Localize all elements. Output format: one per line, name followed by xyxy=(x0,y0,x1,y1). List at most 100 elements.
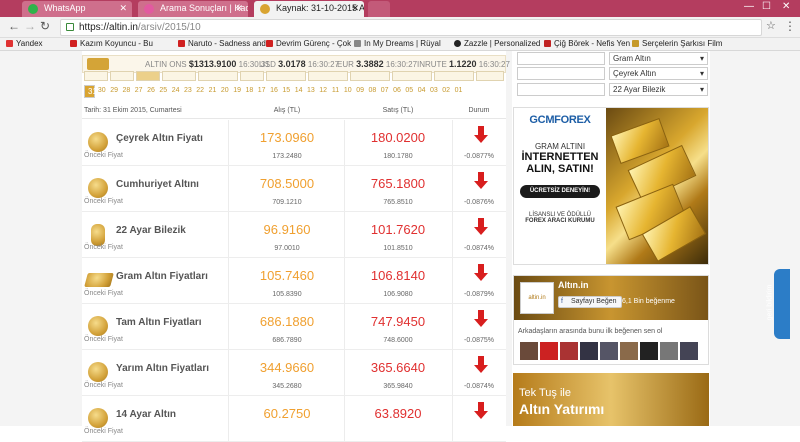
tab-arama[interactable]: Arama Sonuçları | Kadın ✕ xyxy=(138,1,248,17)
bookmark-item[interactable]: Devrim Gürenç - Çok xyxy=(266,38,351,50)
category-tab[interactable] xyxy=(392,71,432,81)
category-tab[interactable] xyxy=(136,71,160,81)
alis-value: 686.1880 xyxy=(259,314,315,329)
day-link[interactable]: 24 xyxy=(170,85,181,96)
day-link[interactable]: 18 xyxy=(244,85,255,96)
star-icon[interactable]: ☆ xyxy=(766,19,776,32)
category-tab[interactable] xyxy=(84,71,108,81)
category-tab[interactable] xyxy=(240,71,264,81)
friend-avatar[interactable] xyxy=(620,342,638,360)
day-link[interactable]: 01 xyxy=(453,85,464,96)
forward-icon[interactable]: → xyxy=(24,19,36,33)
bookmark-item[interactable]: Yandex xyxy=(6,38,43,50)
row-name[interactable]: Çeyrek Altın Fiyatı xyxy=(116,133,203,144)
close-tab-icon[interactable]: ✕ xyxy=(351,1,359,16)
day-link[interactable]: 04 xyxy=(416,85,427,96)
fb-page-name[interactable]: Altın.in xyxy=(558,280,589,290)
row-name[interactable]: Yarım Altın Fiyatları xyxy=(116,363,209,374)
converter-select-1[interactable]: Gram Altın ▾ xyxy=(609,52,708,65)
category-tab[interactable] xyxy=(476,71,504,81)
day-link[interactable]: 28 xyxy=(121,85,132,96)
day-link[interactable]: 22 xyxy=(195,85,206,96)
amount-input[interactable] xyxy=(517,52,605,65)
gcmforex-ad[interactable]: GCMFOREX GRAM ALTINI İNTERNETTEN ALIN, S… xyxy=(513,107,709,265)
day-link[interactable]: 15 xyxy=(281,85,292,96)
day-link[interactable]: 26 xyxy=(146,85,157,96)
menu-icon[interactable]: ⋮ xyxy=(784,19,796,33)
day-link[interactable]: 30 xyxy=(96,85,107,96)
category-tab[interactable] xyxy=(162,71,196,81)
bookmark-item[interactable]: Serçelerin Şarkısı Film xyxy=(632,38,722,50)
altin-yatirimi-ad[interactable]: Tek Tuş ile Altın Yatırımı xyxy=(513,373,709,426)
bookmark-item[interactable]: Çiğ Börek - Nefis Yen xyxy=(544,38,630,50)
friend-avatar[interactable] xyxy=(560,342,578,360)
tab-kaynak[interactable]: Kaynak: 31-10-2015 Altı ✕ xyxy=(254,1,364,17)
category-tab[interactable] xyxy=(350,71,390,81)
day-link[interactable]: 21 xyxy=(207,85,218,96)
row-name[interactable]: 22 Ayar Bilezik xyxy=(116,225,186,236)
friend-avatar[interactable] xyxy=(520,342,538,360)
day-link[interactable]: 16 xyxy=(269,85,280,96)
friend-avatar[interactable] xyxy=(540,342,558,360)
converter-select-2[interactable]: Çeyrek Altın ▾ xyxy=(609,67,708,80)
bookmark-item[interactable]: Zazzle | Personalized xyxy=(454,38,540,50)
day-link[interactable]: 29 xyxy=(109,85,120,96)
category-tab[interactable] xyxy=(110,71,134,81)
row-name[interactable]: Cumhuriyet Altını xyxy=(116,179,199,190)
friend-avatar[interactable] xyxy=(580,342,598,360)
new-tab-button[interactable] xyxy=(368,1,390,17)
day-link[interactable]: 25 xyxy=(158,85,169,96)
amount-input[interactable] xyxy=(517,83,605,96)
day-link[interactable]: 23 xyxy=(182,85,193,96)
prev-alis-value: 686.7890 xyxy=(272,337,302,344)
day-link[interactable]: 11 xyxy=(330,85,341,96)
back-icon[interactable]: ← xyxy=(8,19,20,33)
friend-avatar[interactable] xyxy=(600,342,618,360)
close-window-icon[interactable]: ✕ xyxy=(782,1,790,12)
fb-like-button[interactable]: f Sayfayı Beğen xyxy=(558,296,622,308)
friend-avatar[interactable] xyxy=(660,342,678,360)
row-name[interactable]: Tam Altın Fiyatları xyxy=(116,317,202,328)
minimize-icon[interactable]: — xyxy=(744,1,754,12)
close-tab-icon[interactable]: ✕ xyxy=(235,1,243,16)
day-link[interactable]: 12 xyxy=(318,85,329,96)
day-link[interactable]: 14 xyxy=(293,85,304,96)
day-link[interactable]: 09 xyxy=(355,85,366,96)
category-tab[interactable] xyxy=(266,71,306,81)
day-link[interactable]: 06 xyxy=(392,85,403,96)
category-tab[interactable] xyxy=(308,71,348,81)
bookmark-item[interactable]: Naruto - Sadness and xyxy=(178,38,266,50)
close-tab-icon[interactable]: ✕ xyxy=(119,1,127,16)
row-name[interactable]: 14 Ayar Altın xyxy=(116,409,176,420)
day-link[interactable]: 07 xyxy=(379,85,390,96)
day-link[interactable]: 05 xyxy=(404,85,415,96)
alis-value: 60.2750 xyxy=(263,406,311,421)
day-link[interactable]: 27 xyxy=(133,85,144,96)
day-link[interactable]: 03 xyxy=(428,85,439,96)
table-row: Tam Altın Fiyatları Önceki Fiyat 686.1880 7… xyxy=(82,304,506,350)
row-name[interactable]: Gram Altın Fiyatları xyxy=(116,271,208,282)
feedback-tab[interactable]: geri bildirim xyxy=(766,269,790,339)
friend-avatar[interactable] xyxy=(640,342,658,360)
day-link[interactable]: 31 xyxy=(84,85,97,98)
amount-input[interactable] xyxy=(517,67,605,80)
day-link[interactable]: 17 xyxy=(256,85,267,96)
ad-cta-button[interactable]: ÜCRETSİZ DENEYİN! xyxy=(520,185,600,198)
maximize-icon[interactable]: ☐ xyxy=(762,1,771,12)
address-bar[interactable]: https://altin.in/arsiv/2015/10 xyxy=(60,19,762,36)
bookmark-item[interactable]: Kazım Koyuncu - Bu xyxy=(70,38,153,50)
day-link[interactable]: 10 xyxy=(342,85,353,96)
bookmark-item[interactable]: In My Dreams | Rüyal xyxy=(354,38,441,50)
down-arrow-icon xyxy=(474,126,488,144)
day-link[interactable]: 20 xyxy=(219,85,230,96)
converter-select-3[interactable]: 22 Ayar Bilezik ▾ xyxy=(609,83,708,96)
day-link[interactable]: 13 xyxy=(305,85,316,96)
reload-icon[interactable]: ↻ xyxy=(40,19,50,33)
day-link[interactable]: 08 xyxy=(367,85,378,96)
day-link[interactable]: 02 xyxy=(441,85,452,96)
friend-avatar[interactable] xyxy=(680,342,698,360)
category-tab[interactable] xyxy=(198,71,238,81)
category-tab[interactable] xyxy=(434,71,474,81)
day-link[interactable]: 19 xyxy=(232,85,243,96)
tab-whatsapp[interactable]: WhatsApp ✕ xyxy=(22,1,132,17)
